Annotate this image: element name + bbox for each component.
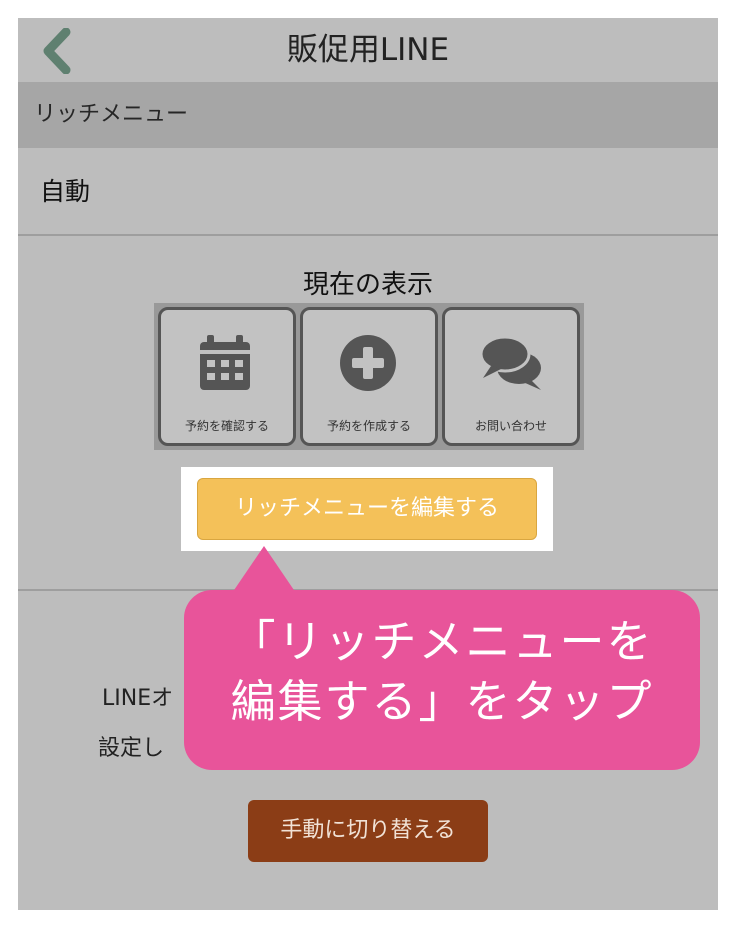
nav-bar: 販促用LINE bbox=[18, 18, 718, 82]
switch-to-manual-button[interactable]: 手動に切り替える bbox=[248, 800, 488, 862]
mode-value: 自動 bbox=[40, 177, 91, 206]
chat-bubbles-icon bbox=[479, 335, 541, 390]
plus-circle-icon bbox=[340, 335, 396, 391]
menu-tile-create-reservation: 予約を作成する bbox=[300, 307, 438, 446]
app-screen: 販促用LINE リッチメニュー 自動 現在の表示 予約を確認する 予約を作成する… bbox=[18, 18, 718, 910]
current-display-label: 現在の表示 bbox=[302, 270, 433, 300]
edit-rich-menu-button[interactable]: リッチメニューを編集する bbox=[197, 478, 537, 540]
callout-pointer bbox=[230, 546, 298, 596]
menu-tile-label: 予約を作成する bbox=[326, 419, 411, 433]
rich-menu-preview: 予約を確認する 予約を作成する お問い合わせ bbox=[154, 303, 584, 450]
menu-tile-check-reservation: 予約を確認する bbox=[158, 307, 296, 446]
section-header: リッチメニュー bbox=[18, 82, 718, 148]
callout-text: 「リッチメニューを 編集する」をタップ bbox=[184, 612, 700, 732]
mode-row: 自動 bbox=[18, 148, 718, 236]
edit-button-highlight: リッチメニューを編集する bbox=[181, 467, 553, 551]
calendar-icon bbox=[200, 335, 250, 390]
page-title: 販促用LINE bbox=[286, 32, 450, 68]
tap-instruction-callout: 「リッチメニューを 編集する」をタップ bbox=[184, 590, 700, 770]
menu-tile-inquiry: お問い合わせ bbox=[442, 307, 580, 446]
callout-line-2: 編集する」をタップ bbox=[230, 675, 654, 728]
menu-tile-label: 予約を確認する bbox=[184, 419, 269, 433]
callout-line-1: 「リッチメニューを bbox=[230, 615, 654, 668]
description-line-2: 設定し bbox=[98, 736, 165, 761]
section-header-label: リッチメニュー bbox=[34, 102, 189, 127]
menu-tile-label: お問い合わせ bbox=[474, 419, 547, 433]
description-line-1: LINEオ bbox=[102, 686, 174, 711]
